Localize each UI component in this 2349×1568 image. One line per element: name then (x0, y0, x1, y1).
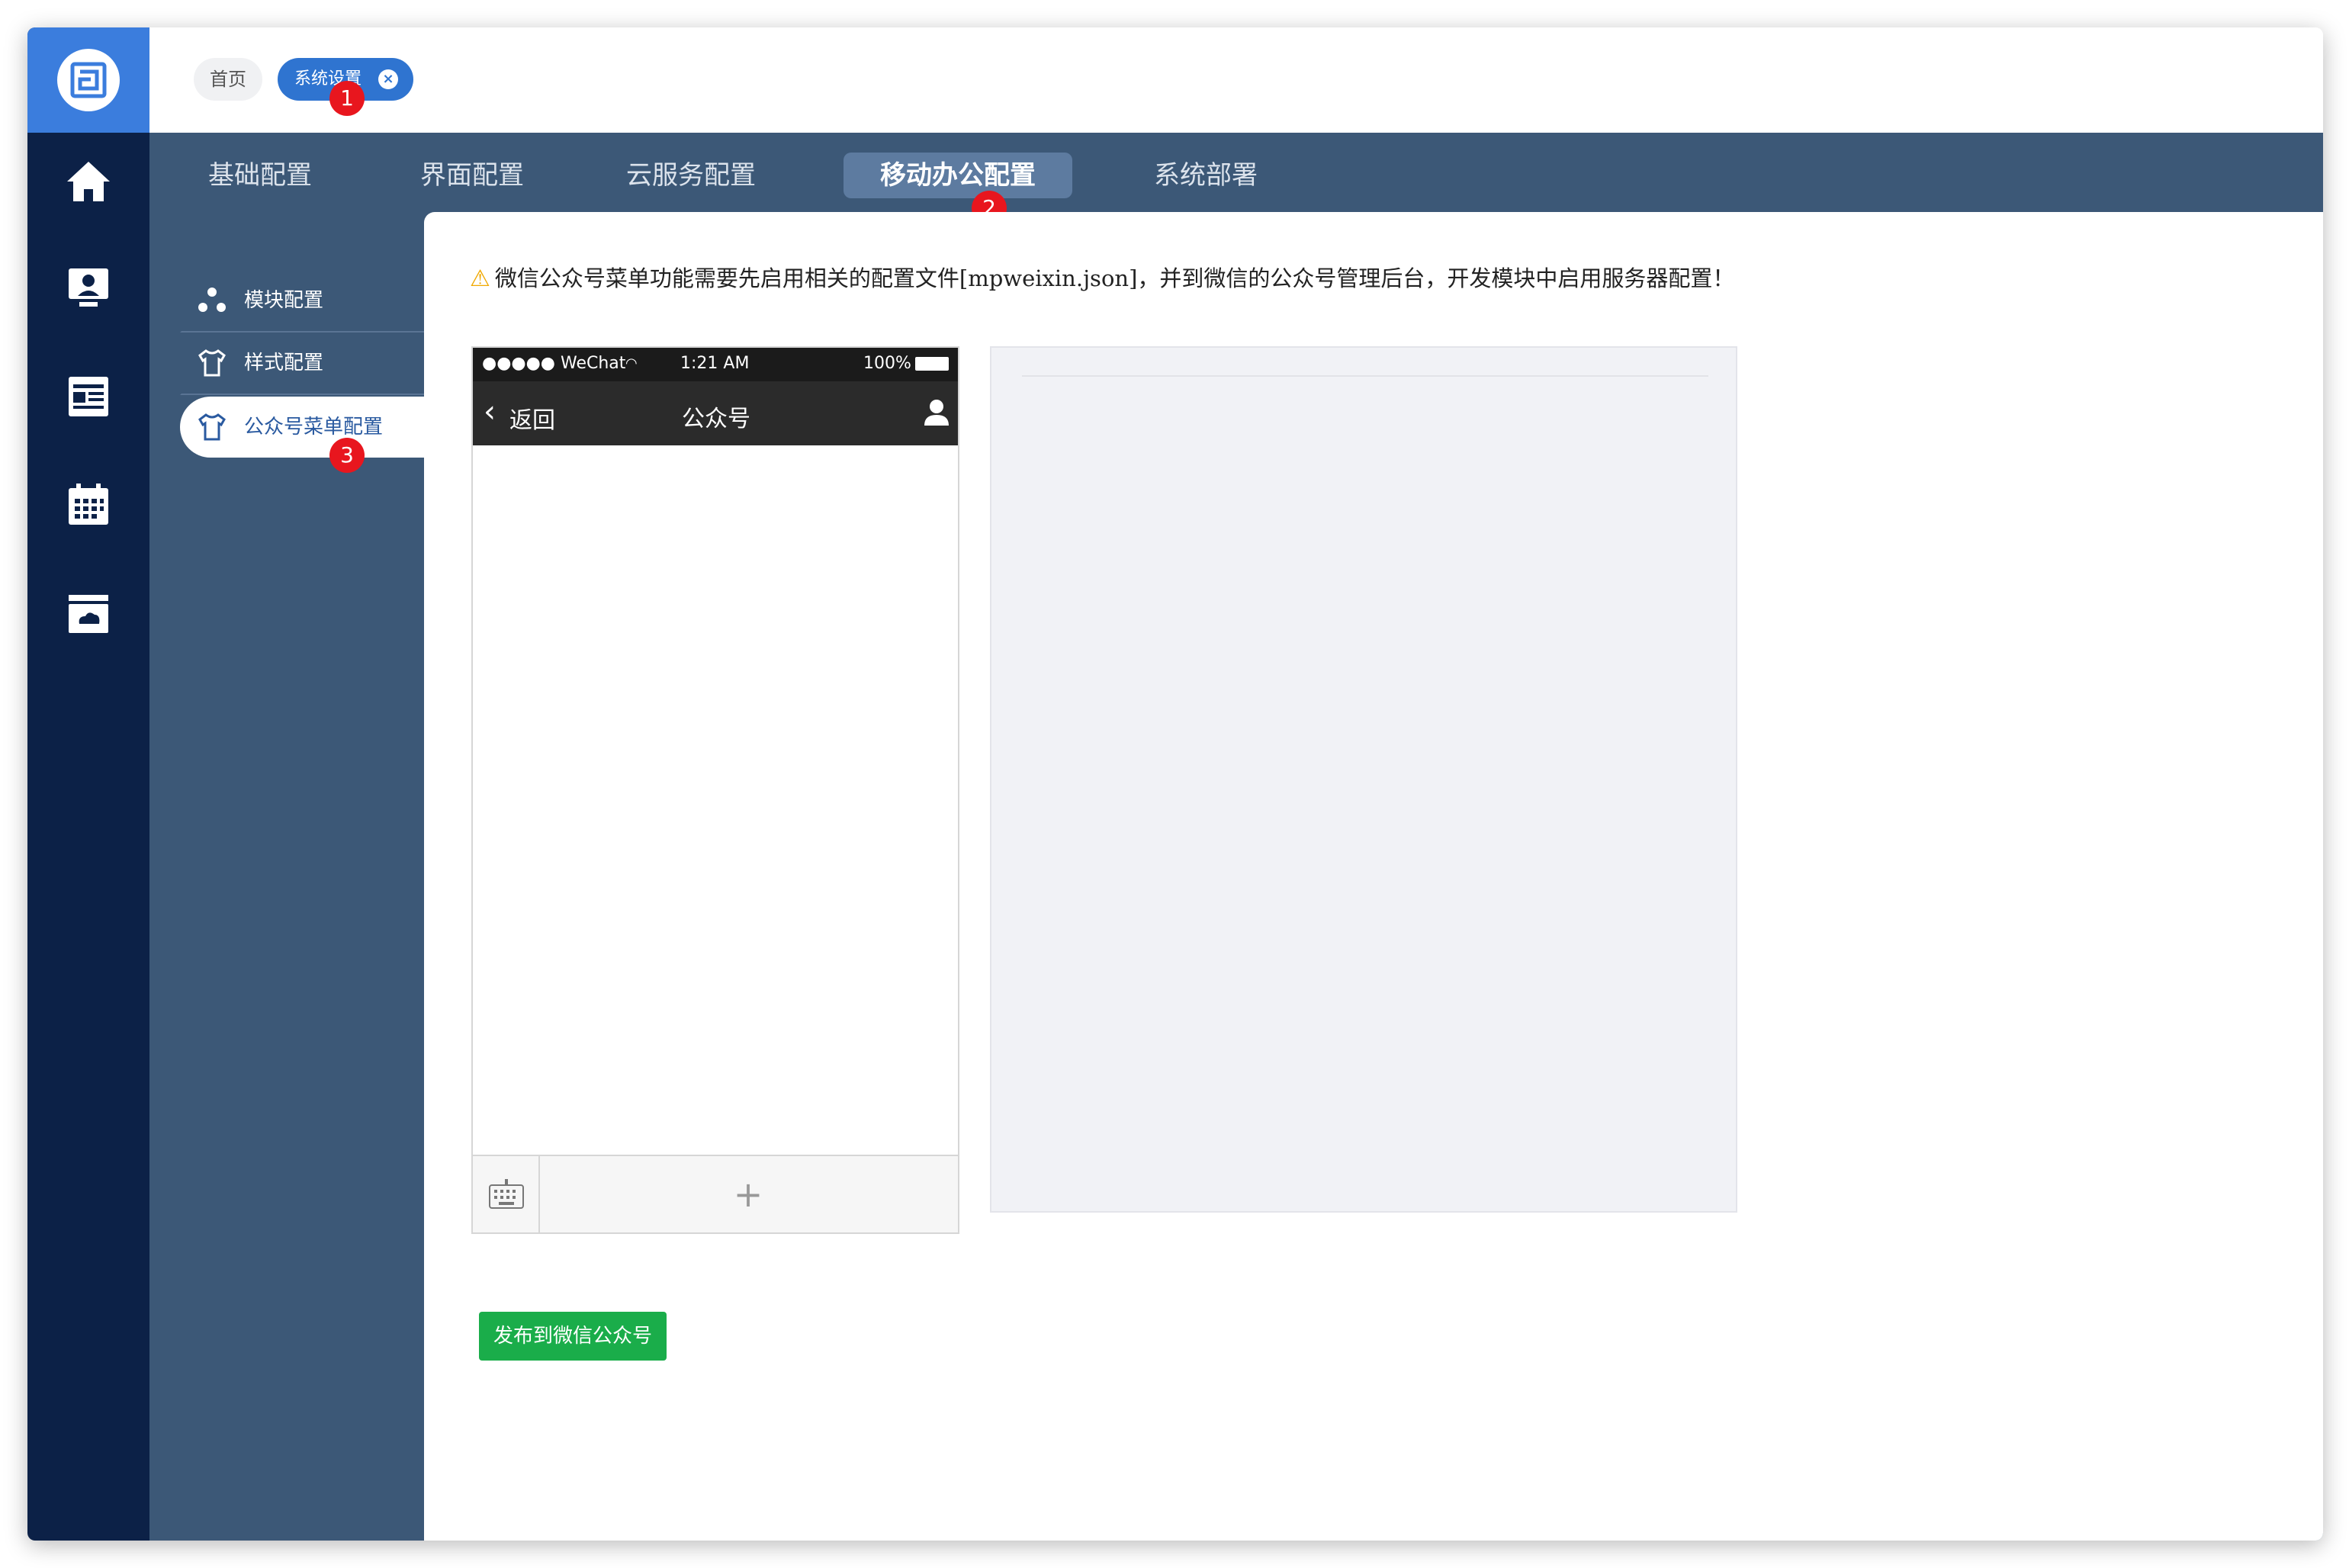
phone-menu-bar: + (473, 1155, 958, 1232)
modules-icon (197, 285, 227, 316)
shirt-icon (197, 348, 227, 378)
menu-item-module-config[interactable]: 模块配置 (180, 270, 459, 333)
status-time: 1:21 AM (680, 354, 750, 373)
notice-text: 微信公众号菜单功能需要先启用相关的配置文件[mpweixin.json]，并到微… (494, 265, 1735, 291)
phone-title: 公众号 (682, 406, 750, 432)
add-menu-button[interactable]: + (538, 1156, 958, 1232)
back-button[interactable]: 返回 (509, 401, 555, 435)
battery-label: 100% (863, 354, 911, 373)
icon-rail (27, 27, 149, 1541)
app-logo[interactable] (27, 27, 149, 133)
user-profile-icon[interactable] (921, 397, 952, 430)
menu-item-label: 模块配置 (244, 289, 324, 312)
menu-item-style-config[interactable]: 样式配置 (180, 333, 459, 395)
keyboard-toggle[interactable] (473, 1156, 540, 1232)
news-icon[interactable] (58, 366, 119, 427)
carrier-label: ●●●●● WeChat (482, 354, 626, 373)
menu-item-label: 样式配置 (244, 352, 324, 374)
phone-nav-bar: ‹ 返回 公众号 (473, 381, 958, 445)
main-content: ⚠ 微信公众号菜单功能需要先启用相关的配置文件[mpweixin.json]，并到… (424, 212, 2323, 1541)
menu-item-mp-menu-config[interactable]: 公众号菜单配置 (180, 397, 459, 458)
shirt-icon (197, 412, 227, 442)
divider (1022, 375, 1708, 377)
wifi-icon: ◠ (625, 355, 638, 371)
phone-status-bar: ●●●●● WeChat ◠ 1:21 AM 100% (473, 348, 958, 381)
annotation-badge-1: 1 (329, 81, 365, 116)
warning-icon: ⚠ (470, 265, 490, 292)
calendar-icon[interactable] (58, 474, 119, 535)
user-monitor-icon[interactable] (58, 258, 119, 319)
battery-icon (915, 357, 949, 371)
home-icon[interactable] (58, 151, 119, 212)
tab-mobile-office-config[interactable]: 移动办公配置 (844, 153, 1072, 198)
cloud-folder-icon[interactable] (58, 583, 119, 644)
publish-to-wechat-button[interactable]: 发布到微信公众号 (479, 1312, 667, 1361)
breadcrumb-home[interactable]: 首页 (194, 58, 262, 101)
back-chevron-icon[interactable]: ‹ (484, 395, 496, 429)
app-logo-icon (57, 49, 120, 111)
tab-system-deploy[interactable]: 系统部署 (1133, 153, 1278, 198)
top-bar (149, 27, 2323, 133)
menu-editor-panel (990, 346, 1737, 1213)
app-window: 首页 系统设置 × 1 基础配置 界面配置 云服务配置 移动办公配置 系统部署 … (27, 27, 2323, 1541)
close-circle-icon[interactable]: × (378, 69, 398, 89)
phone-preview: ●●●●● WeChat ◠ 1:21 AM 100% ‹ 返回 公众号 + (471, 346, 959, 1234)
tab-basic-config[interactable]: 基础配置 (188, 153, 333, 198)
config-notice: ⚠ 微信公众号菜单功能需要先启用相关的配置文件[mpweixin.json]，并到… (470, 261, 1734, 293)
annotation-badge-3: 3 (329, 438, 365, 473)
tab-cloud-config[interactable]: 云服务配置 (607, 153, 775, 198)
config-tabs: 基础配置 界面配置 云服务配置 移动办公配置 系统部署 (149, 133, 2323, 212)
tab-ui-config[interactable]: 界面配置 (400, 153, 545, 198)
